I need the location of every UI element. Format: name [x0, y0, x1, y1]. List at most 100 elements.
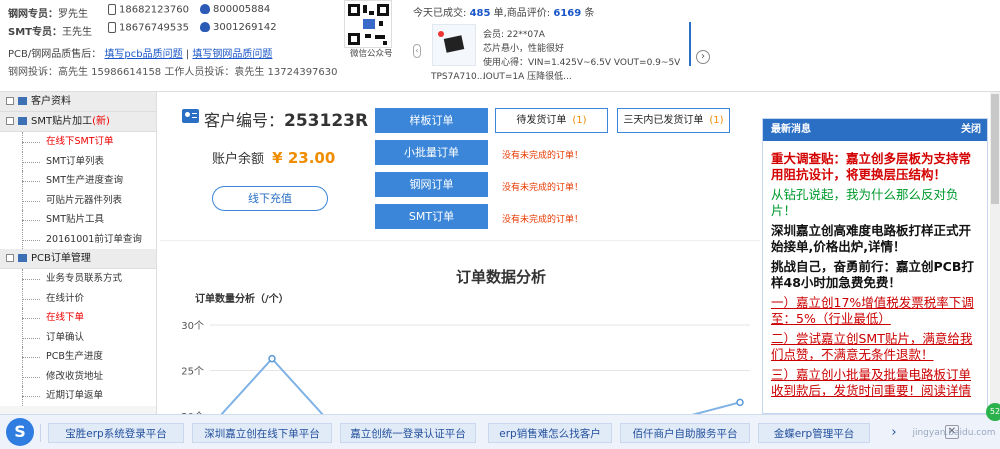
- smt-phone: 18676749535: [108, 22, 189, 34]
- review-line2: 使用心得：VIN=1.425V~6.5V VOUT=0.9~5V: [483, 58, 681, 68]
- news-item[interactable]: 从钻孔说起，我为什么那么反对负片！: [763, 187, 987, 219]
- sidebar-item-smt-list[interactable]: SMT订单列表: [0, 151, 156, 171]
- sidebar-item-address[interactable]: 修改收货地址: [0, 366, 156, 386]
- y-tick-label: 30个: [181, 320, 204, 332]
- sidebar-item-contacts[interactable]: 业务专员联系方式: [0, 269, 156, 289]
- sidebar-item-quote[interactable]: 在线计价: [0, 288, 156, 308]
- bottom-link[interactable]: 佰仟商户自助服务平台: [620, 423, 750, 443]
- sidebar-item-smt-tools[interactable]: SMT贴片工具: [0, 210, 156, 230]
- smt-name: 王先生: [61, 27, 92, 38]
- bottom-link[interactable]: 深圳嘉立创在线下单平台: [192, 423, 332, 443]
- sidebar-item-smt-progress[interactable]: SMT生产进度查询: [0, 171, 156, 191]
- bottom-link[interactable]: erp销售难怎么找客户: [488, 423, 612, 443]
- sidebar-item-components[interactable]: 可贴片元器件列表: [0, 190, 156, 210]
- news-header: 最新消息 关闭: [763, 119, 987, 141]
- bar-divider: [40, 424, 41, 442]
- product-caption: TPS7A710...: [431, 72, 486, 82]
- bottom-link[interactable]: 嘉立创统一登录认证平台: [340, 423, 476, 443]
- smt-label: SMT专员：: [8, 27, 62, 38]
- steel-qq[interactable]: 800005884: [200, 4, 270, 15]
- news-panel: 最新消息 关闭 重大调查贴：嘉立创多层板为支持常用阻抗设计，将更换层压结构！ 从钻…: [762, 118, 988, 414]
- qr-caption: 微信公众号: [350, 49, 393, 59]
- pending-ship-button[interactable]: 待发货订单 (1): [495, 108, 608, 133]
- sidebar-item-confirm[interactable]: 订单确认: [0, 327, 156, 347]
- smt-qq[interactable]: 3001269142: [200, 22, 277, 33]
- news-item[interactable]: 一）嘉立创17%增值税发票税率下调至：5%（行业最低）: [763, 295, 987, 327]
- bottom-link[interactable]: 宝胜erp系统登录平台: [48, 423, 184, 443]
- no-order-notice: 没有未完成的订单！: [502, 151, 584, 161]
- header: 钢网专员：罗先生 18682123760 800005884 SMT专员：王先生…: [0, 0, 1000, 90]
- notification-badge[interactable]: 52: [986, 403, 1000, 421]
- order-line-chart: 30个25个20个: [181, 320, 750, 414]
- data-point[interactable]: [736, 398, 744, 407]
- expand-icon: [6, 97, 14, 105]
- id-card-icon: [182, 109, 199, 123]
- sidebar-item-place-order[interactable]: 在线下单: [0, 308, 156, 328]
- news-list: 重大调查贴：嘉立创多层板为支持常用阻抗设计，将更换层压结构！ 从钻孔说起，我为什么…: [763, 141, 987, 399]
- no-order-notice: 没有未完成的订单！: [502, 183, 584, 193]
- carousel-prev-icon[interactable]: ‹: [413, 44, 421, 58]
- scrollbar[interactable]: [990, 92, 1000, 414]
- sidebar-group-customer[interactable]: 客户资料: [0, 92, 156, 112]
- expand-icon: [6, 117, 14, 125]
- news-item[interactable]: 深圳嘉立创高难度电路板打样正式开始接单,价格出炉,详情！: [763, 223, 987, 255]
- steel-contact: 钢网专员：罗先生: [8, 5, 88, 20]
- carousel-divider: [689, 22, 691, 66]
- steel-quality-link[interactable]: 填写钢网品质问题: [192, 49, 272, 60]
- series-line: [220, 357, 741, 414]
- news-close-button[interactable]: 关闭: [961, 119, 981, 141]
- sidebar-group-smt[interactable]: SMT贴片加工(新): [0, 112, 156, 132]
- phone-icon: [108, 22, 116, 33]
- sidebar-item-smt-order[interactable]: 在线下SMT订单: [0, 132, 156, 152]
- product-image[interactable]: [432, 24, 476, 66]
- next-arrow-icon[interactable]: ›: [880, 423, 908, 443]
- news-item[interactable]: 重大调查贴：嘉立创多层板为支持常用阻抗设计，将更换层压结构！: [763, 151, 987, 183]
- news-item[interactable]: 二）尝试嘉立创SMT贴片，满意给我们点赞，不满意无条件退款！: [763, 331, 987, 363]
- review-line3: IOUT=1A 压降很低...: [483, 72, 572, 82]
- y-tick-label: 25个: [181, 366, 204, 378]
- qq-icon: [200, 4, 210, 14]
- steel-order-button[interactable]: 钢网订单: [375, 172, 488, 197]
- section-divider: [160, 240, 760, 241]
- steel-name: 罗先生: [58, 9, 88, 20]
- folder-icon: [18, 117, 27, 125]
- customer-id: 253123R: [284, 111, 369, 131]
- steel-phone: 18682123760: [108, 4, 189, 16]
- bottom-link-bar: S 宝胜erp系统登录平台 深圳嘉立创在线下单平台 嘉立创统一登录认证平台 erp销售…: [0, 403, 1000, 449]
- close-icon[interactable]: ✕: [945, 425, 959, 439]
- data-point[interactable]: [268, 354, 276, 363]
- shipped-three-days-button[interactable]: 三天内已发货订单 (1): [617, 108, 730, 133]
- offline-recharge-button[interactable]: 线下充值: [212, 186, 328, 211]
- news-item[interactable]: 三）嘉立创小批量及批量电路板订单收到款后，发货时间重要！阅读详情: [763, 367, 987, 399]
- balance: 账户余额 ¥ 23.00: [212, 149, 336, 167]
- sidebar-item-old-orders[interactable]: 20161001前订单查询: [0, 229, 156, 249]
- quality-links: PCB/钢网品质售后： 填写pcb品质问题 | 填写钢网品质问题: [8, 49, 273, 60]
- smt-order-button[interactable]: SMT订单: [375, 204, 488, 229]
- search-logo-icon[interactable]: S: [6, 418, 34, 446]
- folder-icon: [18, 254, 27, 262]
- orders-count: 485: [469, 8, 491, 19]
- carousel-next-icon[interactable]: ›: [696, 50, 710, 64]
- sample-order-button[interactable]: 样板订单: [375, 108, 488, 133]
- smt-contact: SMT专员：王先生: [8, 23, 92, 38]
- small-batch-order-button[interactable]: 小批量订单: [375, 140, 488, 165]
- sidebar-item-reorder[interactable]: 近期订单返单: [0, 386, 156, 406]
- bottom-link[interactable]: 金蝶erp管理平台: [758, 423, 870, 443]
- no-order-notice: 没有未完成的订单！: [502, 215, 584, 225]
- wechat-qr-code: [344, 0, 392, 48]
- steel-label: 钢网专员：: [8, 9, 58, 20]
- sidebar-item-pcb-progress[interactable]: PCB生产进度: [0, 347, 156, 367]
- qq-icon: [200, 22, 210, 32]
- review-line1: 芯片悬小，性能很好: [483, 44, 565, 54]
- balance-value: ¥ 23.00: [272, 149, 336, 167]
- folder-icon: [18, 97, 27, 105]
- complaint-info: 钢网投诉：高先生 15986614158 工作人员投诉：袁先生 13724397…: [8, 67, 338, 78]
- expand-icon: [6, 254, 14, 262]
- sidebar: 客户资料 SMT贴片加工(新) 在线下SMT订单 SMT订单列表 SMT生产进度…: [0, 92, 157, 414]
- trade-stats: 今天已成交: 485 单,商品评价: 6169 条: [413, 8, 595, 19]
- sidebar-group-pcb[interactable]: PCB订单管理: [0, 249, 156, 269]
- news-item[interactable]: 挑战自己，奋勇前行：嘉立创PCB打样48小时加急费免费！: [763, 259, 987, 291]
- customer-number: 客户编号：253123R: [204, 111, 369, 131]
- pcb-quality-link[interactable]: 填写pcb品质问题: [104, 49, 182, 60]
- news-title: 最新消息: [771, 124, 811, 135]
